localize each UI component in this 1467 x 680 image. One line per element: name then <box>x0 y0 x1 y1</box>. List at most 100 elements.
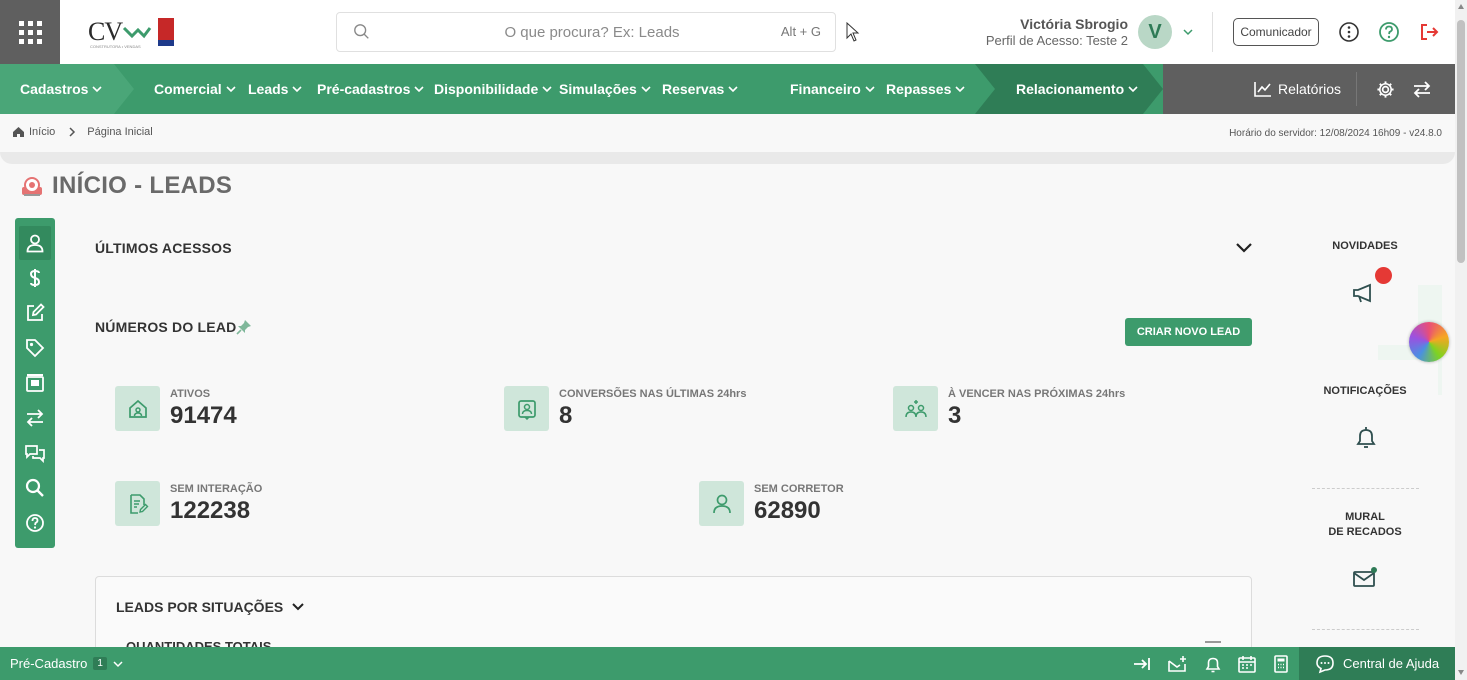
group-icon <box>893 386 938 431</box>
megaphone-icon[interactable] <box>1352 280 1378 306</box>
chat-bubble-icon <box>1316 654 1334 673</box>
global-search[interactable]: Alt + G <box>336 12 836 52</box>
nav-label: Repasses <box>886 81 952 97</box>
help-icon[interactable] <box>1378 21 1400 43</box>
sidebar-item-cashier[interactable] <box>23 371 47 395</box>
document-edit-icon <box>115 481 160 526</box>
page-scrollbar[interactable] <box>1455 0 1467 680</box>
sidebar-item-person[interactable] <box>23 231 47 255</box>
envelope-icon[interactable] <box>1352 565 1378 591</box>
breadcrumb-home[interactable]: Início <box>29 126 55 138</box>
apps-menu-button[interactable] <box>0 0 60 64</box>
breadcrumb: Início Página Inicial <box>12 126 153 138</box>
swap-icon <box>26 409 44 427</box>
stat-label: CONVERSÕES NAS ÚLTIMAS 24hrs <box>559 388 747 400</box>
house-icon <box>115 386 160 431</box>
calculator-icon[interactable] <box>1271 654 1291 674</box>
mail-add-icon[interactable] <box>1167 654 1187 674</box>
nav-item-simulacoes[interactable]: Simulações <box>559 64 651 114</box>
stat-label: À VENCER NAS PRÓXIMAS 24hrs <box>948 388 1126 400</box>
sidebar-item-transfer[interactable] <box>23 406 47 430</box>
nav-item-reservas[interactable]: Reservas <box>662 64 738 114</box>
nav-item-disponibilidade[interactable]: Disponibilidade <box>434 64 552 114</box>
leads-por-situacoes-panel: LEADS POR SITUAÇÕES QUANTIDADES TOTAIS <box>95 576 1252 656</box>
nav-label: Financeiro <box>790 81 861 97</box>
bell-icon[interactable] <box>1203 654 1223 674</box>
pin-icon[interactable] <box>236 319 252 335</box>
sidebar-item-search[interactable] <box>23 476 47 500</box>
panel-title-text: LEADS POR SITUAÇÕES <box>116 599 284 615</box>
chat-icon <box>25 445 45 463</box>
mouse-cursor-icon <box>846 22 860 42</box>
logout-icon[interactable] <box>1418 21 1440 43</box>
panel-title[interactable]: LEADS POR SITUAÇÕES <box>116 599 305 615</box>
scroll-up-icon[interactable] <box>1458 4 1464 9</box>
chevron-down-icon[interactable] <box>1235 241 1253 255</box>
pre-cadastro-tab[interactable]: Pré-Cadastro 1 <box>10 647 123 680</box>
chevron-down-icon <box>641 86 651 93</box>
nav-item-leads[interactable]: Leads <box>248 64 303 114</box>
gear-icon[interactable] <box>1376 80 1395 99</box>
nav-item-relacionamento[interactable]: Relacionamento <box>1016 64 1138 114</box>
logo-wave-icon <box>123 26 152 39</box>
right-column-separator <box>1312 629 1419 630</box>
nav-item-repasses[interactable]: Repasses <box>886 64 965 114</box>
sidebar-item-chat[interactable] <box>23 441 47 465</box>
nav-label: Pré-cadastros <box>317 81 411 97</box>
scroll-thumb[interactable] <box>1457 20 1465 263</box>
leads-target-icon <box>22 177 42 196</box>
mural-title-line1: MURAL <box>1345 511 1385 523</box>
chevron-down-icon <box>292 603 304 611</box>
main-navigation: Cadastros Comercial Leads Pré-cadastros … <box>0 64 1455 114</box>
chevron-down-icon[interactable] <box>1182 26 1194 38</box>
bell-icon[interactable] <box>1353 425 1379 451</box>
user-info[interactable]: Victória Sbrogio Perfil de Acesso: Teste… <box>960 16 1128 48</box>
search-icon <box>354 24 369 39</box>
numeros-lead-title: NÚMEROS DO LEAD <box>95 319 237 335</box>
nav-item-financeiro[interactable]: Financeiro <box>790 64 875 114</box>
stat-label: ATIVOS <box>170 388 211 400</box>
sidebar-item-edit[interactable] <box>23 301 47 325</box>
top-header: CV CONSTRUTORA • VENDAS Alt + G Victória… <box>0 0 1455 64</box>
mural-title-line2: DE RECADOS <box>1328 526 1402 538</box>
sidebar-item-tags[interactable] <box>23 336 47 360</box>
search-input[interactable] <box>397 13 787 51</box>
chevron-down-icon <box>414 86 424 93</box>
collapse-right-icon[interactable] <box>1132 654 1152 674</box>
chevron-down-icon <box>92 86 103 93</box>
nav-label: Relatórios <box>1278 81 1342 97</box>
search-shortcut-hint: Alt + G <box>780 24 821 39</box>
sidebar-item-finance[interactable] <box>23 266 47 290</box>
central-ajuda-button[interactable]: Central de Ajuda <box>1299 647 1455 680</box>
stat-value: 3 <box>948 402 962 429</box>
page-title: INÍCIO - LEADS <box>52 172 233 199</box>
ultimos-acessos-title[interactable]: ÚLTIMOS ACESSOS <box>95 240 232 256</box>
nav-item-comercial[interactable]: Comercial <box>154 64 236 114</box>
nav-label: Disponibilidade <box>434 81 539 97</box>
nav-label: Reservas <box>662 81 725 97</box>
logo-subtext: CONSTRUTORA • VENDAS <box>90 44 141 49</box>
criar-novo-lead-button[interactable]: CRIAR NOVO LEAD <box>1125 318 1252 346</box>
stat-label: SEM INTERAÇÃO <box>170 483 263 495</box>
more-options-icon[interactable] <box>1338 21 1360 43</box>
swap-icon[interactable] <box>1412 80 1432 99</box>
nav-item-pre-cadastros[interactable]: Pré-cadastros <box>317 64 424 114</box>
person-icon <box>699 481 744 526</box>
scroll-down-icon[interactable] <box>1458 670 1464 675</box>
stat-label: SEM CORRETOR <box>754 483 844 495</box>
logo[interactable]: CV CONSTRUTORA • VENDAS <box>88 16 175 49</box>
assistant-orb-button[interactable] <box>1409 322 1449 362</box>
menu-icon[interactable] <box>1205 641 1221 643</box>
nav-item-cadastros[interactable]: Cadastros <box>20 64 103 114</box>
chart-line-icon <box>1254 82 1271 97</box>
avatar[interactable]: V <box>1138 15 1172 49</box>
nav-label: Comercial <box>154 81 222 97</box>
chevron-down-icon <box>292 86 303 93</box>
sidebar-item-help[interactable] <box>23 511 47 535</box>
cashier-icon <box>26 374 44 392</box>
comunicador-button[interactable]: Comunicador <box>1233 18 1319 46</box>
nav-item-relatorios[interactable]: Relatórios <box>1254 64 1341 114</box>
calendar-icon[interactable] <box>1237 654 1257 674</box>
stat-value: 122238 <box>170 497 251 524</box>
chevron-down-icon <box>1128 86 1138 93</box>
